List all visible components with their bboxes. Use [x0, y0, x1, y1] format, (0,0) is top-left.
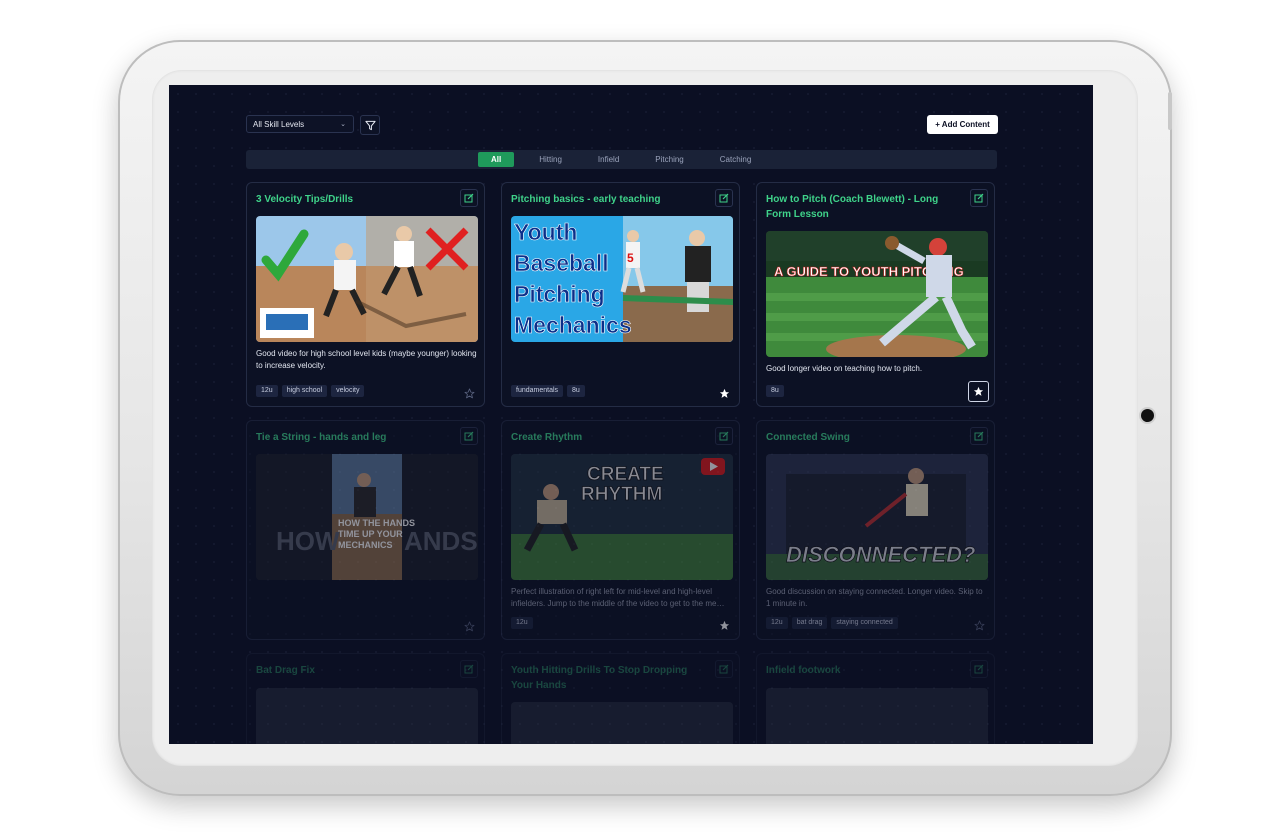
tab-infield[interactable]: Infield [587, 152, 630, 167]
app-screen: All Skill Levels ⌄ + Add Content All Hit… [169, 85, 1093, 744]
card-title[interactable]: Bat Drag Fix [256, 663, 452, 678]
thumbnail-text: MECHANICS [338, 540, 393, 550]
card-description: Good discussion on staying connected. Lo… [766, 587, 983, 608]
edit-button[interactable] [715, 189, 733, 207]
favorite-star-icon[interactable] [974, 618, 985, 631]
tab-hitting[interactable]: Hitting [528, 152, 573, 167]
category-tab-bar: All Hitting Infield Pitching Catching [246, 150, 997, 169]
card-title[interactable]: Youth Hitting Drills To Stop Dropping Yo… [511, 663, 707, 693]
edit-button[interactable] [715, 660, 733, 678]
content-card[interactable]: Bat Drag Fix [246, 653, 485, 744]
card-title[interactable]: How to Pitch (Coach Blewett) - Long Form… [766, 192, 962, 222]
video-thumbnail[interactable]: CREATE RHYTHM [511, 454, 733, 580]
video-thumbnail[interactable] [511, 702, 733, 744]
video-thumbnail[interactable]: A GUIDE TO YOUTH PITCHING [766, 231, 988, 357]
filter-button[interactable] [360, 115, 380, 135]
edit-icon [719, 193, 729, 203]
thumbnail-text: RHYTHM [581, 484, 662, 505]
video-thumbnail[interactable] [256, 216, 478, 342]
thumbnail-text: Pitching [514, 281, 605, 307]
edit-button[interactable] [715, 427, 733, 445]
edit-icon [719, 431, 729, 441]
card-title[interactable]: 3 Velocity Tips/Drills [256, 192, 452, 207]
filter-icon [365, 120, 376, 131]
edit-icon [719, 664, 729, 674]
video-thumbnail[interactable]: DISCONNECTED? [766, 454, 988, 580]
tag[interactable]: 12u [511, 617, 533, 629]
thumbnail-text: Youth [514, 219, 577, 245]
edit-icon [974, 193, 984, 203]
content-card[interactable]: Tie a String - hands and leg HOW ANDS HO… [246, 420, 485, 640]
thumbnail-text: CREATE [587, 464, 664, 485]
video-thumbnail[interactable]: Youth Baseball Pitching Mechanics 5 [511, 216, 733, 342]
edit-button[interactable] [970, 427, 988, 445]
card-description: Good video for high school level kids (m… [256, 349, 477, 370]
tag[interactable]: staying connected [831, 617, 898, 629]
card-title[interactable]: Connected Swing [766, 430, 962, 445]
thumbnail-text: TIME UP YOUR [338, 529, 403, 539]
tag[interactable]: bat drag [791, 617, 828, 629]
add-content-button[interactable]: + Add Content [927, 115, 998, 134]
card-title[interactable]: Tie a String - hands and leg [256, 430, 452, 445]
content-card[interactable]: Infield footwork [756, 653, 995, 744]
card-title[interactable]: Pitching basics - early teaching [511, 192, 707, 207]
chevron-down-icon: ⌄ [340, 121, 346, 128]
video-thumbnail[interactable] [766, 688, 988, 744]
tag[interactable]: 12u [766, 617, 788, 629]
thumbnail-text: Mechanics [514, 312, 632, 338]
skill-level-select-value: All Skill Levels [253, 120, 305, 129]
edit-button[interactable] [460, 189, 478, 207]
thumbnail-text: Baseball [514, 250, 609, 276]
edit-icon [974, 664, 984, 674]
svg-text:HOW: HOW [276, 526, 340, 556]
content-card[interactable]: Youth Hitting Drills To Stop Dropping Yo… [501, 653, 740, 744]
tab-all[interactable]: All [478, 152, 515, 167]
thumbnail-text: DISCONNECTED? [786, 542, 975, 567]
toolbar: All Skill Levels ⌄ + Add Content [246, 115, 998, 135]
thumbnail-text: HOW THE HANDS [338, 518, 415, 528]
tag[interactable]: velocity [331, 385, 365, 397]
tag[interactable]: 8u [567, 385, 585, 397]
card-description: Good longer video on teaching how to pit… [766, 364, 923, 373]
skill-level-select[interactable]: All Skill Levels ⌄ [246, 115, 354, 133]
content-card[interactable]: How to Pitch (Coach Blewett) - Long Form… [756, 182, 995, 407]
content-card[interactable]: Pitching basics - early teaching Youth B… [501, 182, 740, 407]
video-thumbnail[interactable] [256, 688, 478, 744]
edit-icon [464, 193, 474, 203]
tablet-side-button [1168, 92, 1172, 130]
favorite-star-icon[interactable] [968, 381, 989, 402]
content-card[interactable]: 3 Velocity Tips/Drills Good video for hi… [246, 182, 485, 407]
edit-button[interactable] [970, 660, 988, 678]
tab-pitching[interactable]: Pitching [644, 152, 694, 167]
card-title[interactable]: Create Rhythm [511, 430, 707, 445]
content-card[interactable]: Connected Swing DISCONNECTED? Good discu… [756, 420, 995, 640]
tag[interactable]: 8u [766, 385, 784, 397]
edit-icon [464, 431, 474, 441]
edit-button[interactable] [460, 427, 478, 445]
edit-icon [974, 431, 984, 441]
content-card[interactable]: Create Rhythm CREATE RHYTHM Perfect illu… [501, 420, 740, 640]
favorite-star-icon[interactable] [719, 618, 730, 630]
video-thumbnail[interactable]: HOW ANDS HOW THE HANDS TIME UP YOUR MECH… [256, 454, 478, 580]
card-description: Perfect illustration of right left for m… [511, 587, 725, 608]
svg-text:ANDS: ANDS [404, 526, 478, 556]
edit-icon [464, 664, 474, 674]
svg-text:5: 5 [627, 251, 634, 265]
tag[interactable]: 12u [256, 385, 278, 397]
tag[interactable]: fundamentals [511, 385, 564, 397]
edit-button[interactable] [460, 660, 478, 678]
favorite-star-icon[interactable] [719, 386, 730, 398]
edit-button[interactable] [970, 189, 988, 207]
card-title[interactable]: Infield footwork [766, 663, 962, 678]
tab-catching[interactable]: Catching [709, 152, 763, 167]
favorite-star-icon[interactable] [464, 386, 475, 399]
tag[interactable]: high school [281, 385, 328, 397]
favorite-star-icon[interactable] [464, 619, 475, 632]
tablet-camera [1141, 409, 1154, 422]
